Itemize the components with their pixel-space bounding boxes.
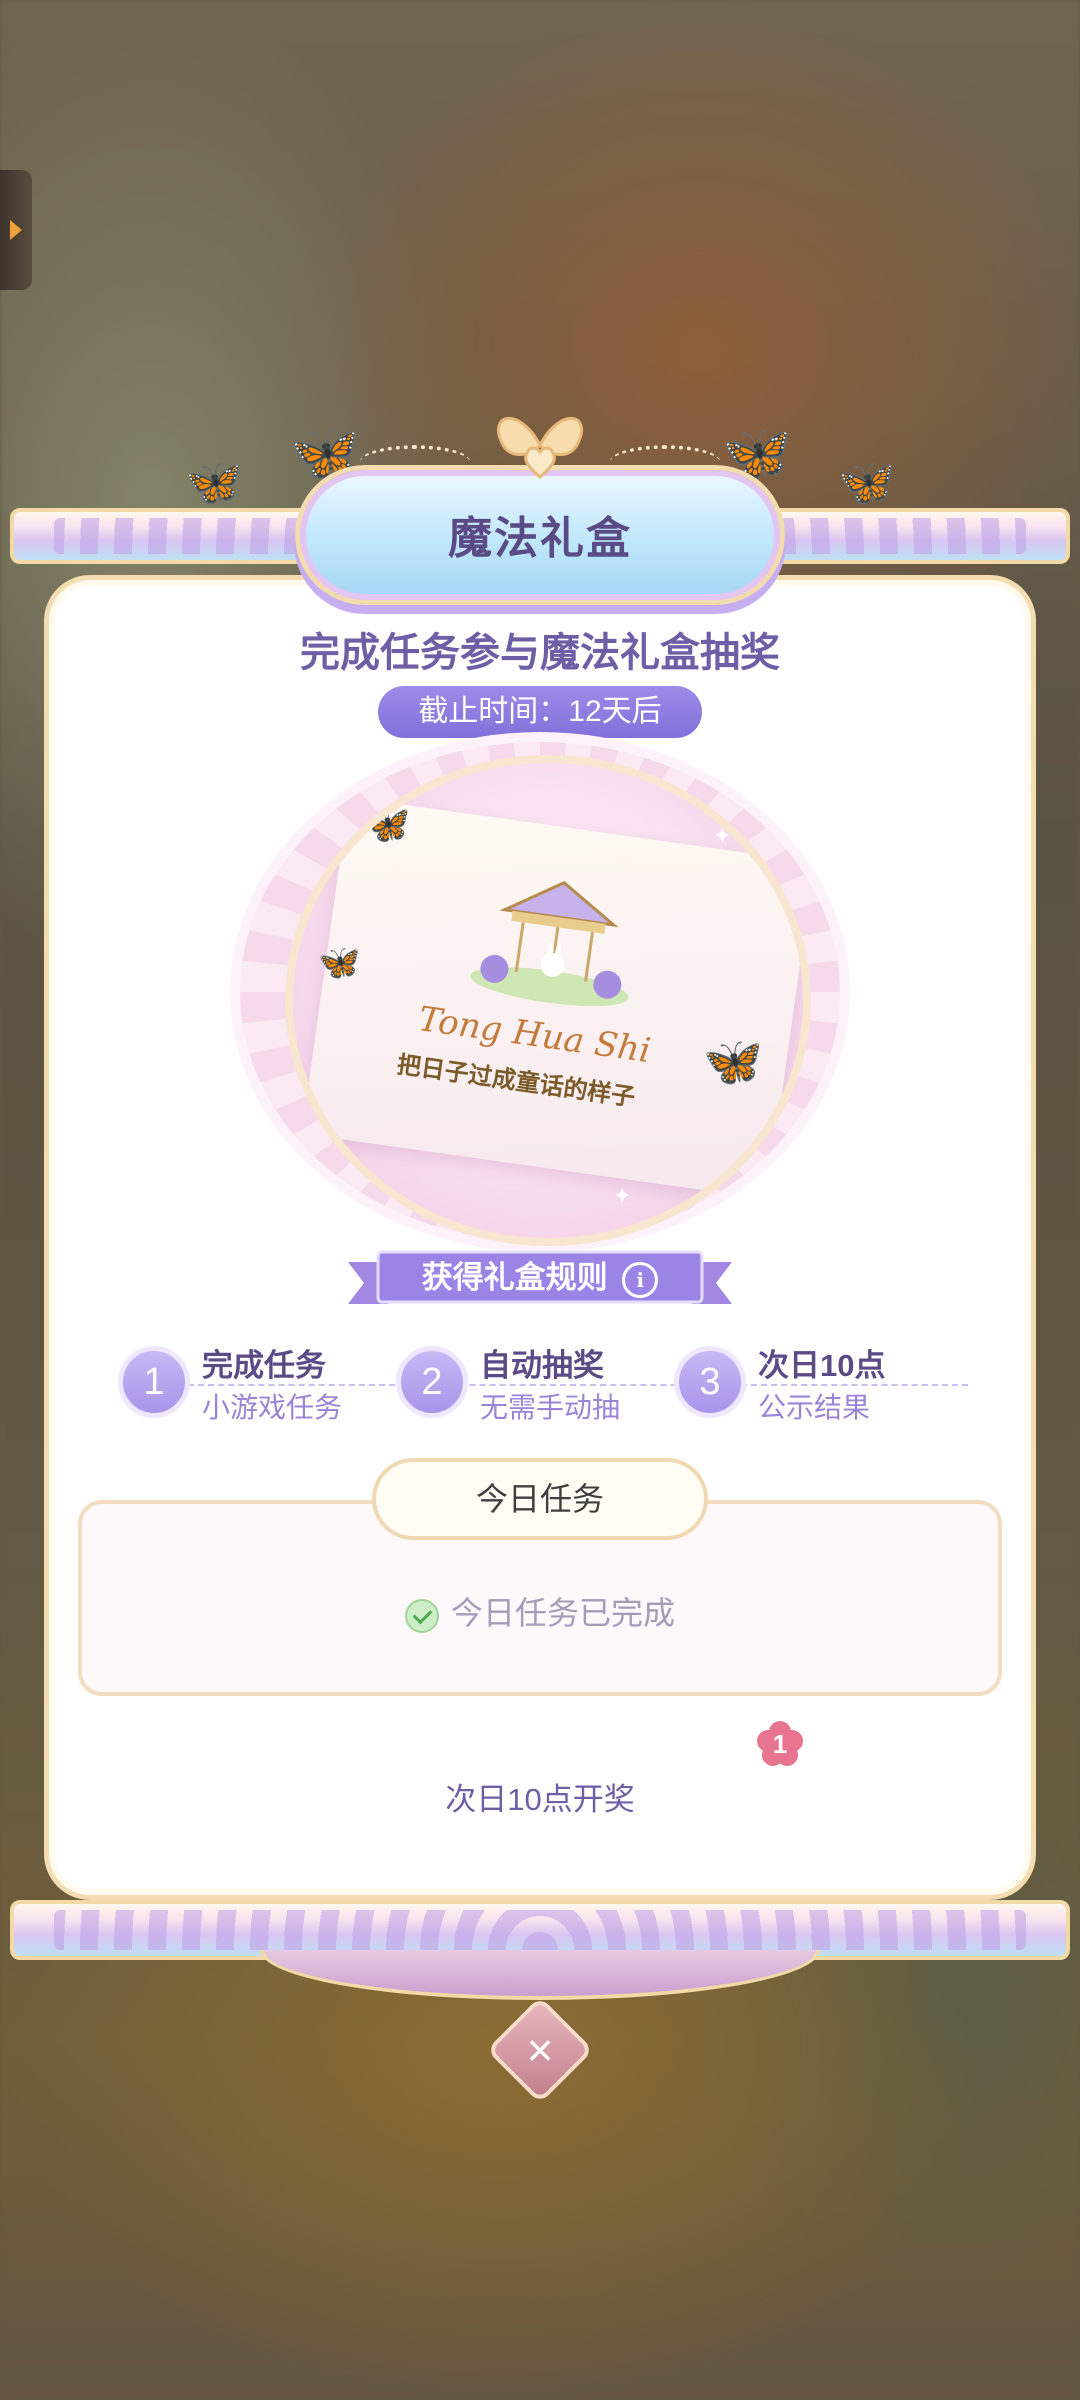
notice-badge-count: 1 bbox=[772, 1729, 788, 1759]
sparkle-icon: ✦ bbox=[713, 823, 732, 848]
task-status: 今日任务已完成 bbox=[0, 1588, 1080, 1634]
step-subtitle: 小游戏任务 bbox=[202, 1386, 349, 1426]
close-icon[interactable]: × bbox=[502, 2012, 578, 2088]
prize-card: Tong Hua Shi 把日子过成童话的样子 bbox=[301, 796, 803, 1200]
step-number: 2 bbox=[396, 1346, 468, 1418]
task-status-text: 今日任务已完成 bbox=[450, 1595, 675, 1631]
rules-label: 获得礼盒规则 bbox=[421, 1260, 608, 1295]
step-number: 1 bbox=[118, 1346, 190, 1418]
popup-title: 魔法礼盒 bbox=[448, 514, 632, 563]
step-title: 自动抽奖 bbox=[480, 1348, 604, 1383]
info-icon: i bbox=[622, 1261, 659, 1298]
draw-time-note: 次日10点开奖 bbox=[445, 1782, 635, 1817]
step-number: 3 bbox=[674, 1346, 746, 1418]
title-cloud: 魔法礼盒 bbox=[300, 470, 780, 600]
butterfly-icon: 🦋 bbox=[838, 456, 896, 508]
step-subtitle: 公示结果 bbox=[758, 1386, 877, 1426]
butterfly-icon: 🦋 bbox=[185, 456, 243, 508]
popup-subtitle: 完成任务参与魔法礼盒抽奖 bbox=[300, 631, 780, 675]
step-title: 完成任务 bbox=[202, 1348, 326, 1383]
check-circle-icon bbox=[404, 1598, 439, 1633]
side-drawer-tab[interactable] bbox=[0, 170, 32, 290]
daily-task-tab: 今日任务 bbox=[372, 1458, 708, 1540]
deadline-badge: 截止时间：12天后 bbox=[378, 686, 702, 738]
butterfly-icon: 🦋 bbox=[703, 1036, 763, 1089]
rules-button[interactable]: 获得礼盒规则 i bbox=[348, 1248, 732, 1312]
process-steps: 1 完成任务 小游戏任务 2 自动抽奖 无需手动抽 3 次日10点 公示结果 bbox=[118, 1340, 968, 1430]
step-subtitle: 无需手动抽 bbox=[480, 1386, 627, 1426]
butterfly-icon: 🦋 bbox=[363, 804, 411, 846]
carousel-illustration bbox=[470, 880, 629, 1007]
step-title: 次日10点 bbox=[758, 1348, 886, 1383]
butterfly-icon: 🦋 bbox=[318, 944, 361, 982]
heart-bow-icon bbox=[496, 416, 584, 479]
prize-image: Tong Hua Shi 把日子过成童话的样子 🦋 🦋 🦋 ✦ ✦ bbox=[285, 755, 811, 1246]
sparkle-icon: ✦ bbox=[613, 1183, 632, 1208]
